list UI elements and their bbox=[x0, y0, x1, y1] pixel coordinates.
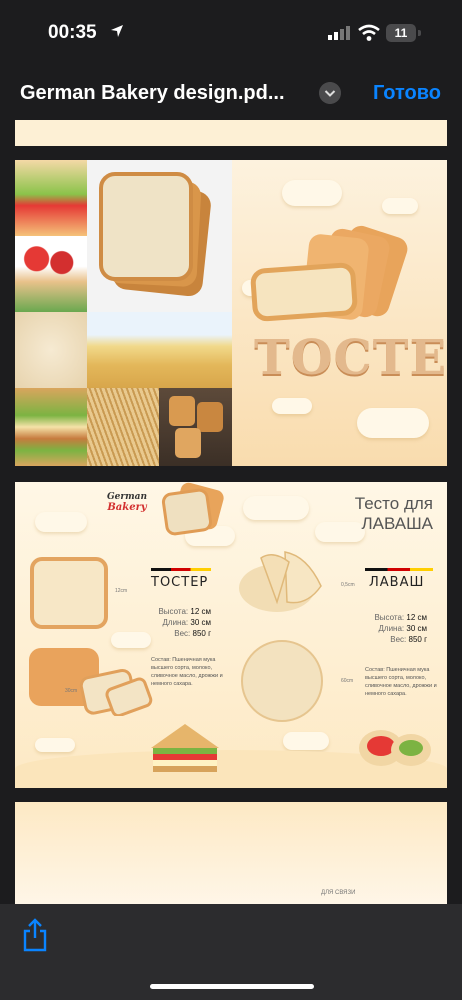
navigation-bar: German Bakery design.pd... Готово bbox=[0, 70, 462, 114]
contact-label: ДЛЯ СВЯЗИ bbox=[321, 890, 356, 896]
lavash-composition: Состав: Пшеничная мука высшего сорта, мо… bbox=[365, 667, 437, 697]
toast-stack-image bbox=[161, 482, 224, 536]
lavash-rolls-image bbox=[239, 551, 322, 612]
battery-tip bbox=[418, 30, 421, 36]
cloud-decoration bbox=[283, 732, 329, 750]
battery-indicator: 11 bbox=[386, 24, 416, 42]
toaster-composition: Состав: Пшеничная мука высшего сорта, мо… bbox=[151, 657, 223, 687]
bread-texture-photo bbox=[15, 312, 87, 388]
chevron-down-icon[interactable] bbox=[319, 82, 341, 104]
wheat-ears-photo bbox=[87, 388, 159, 466]
banner-title: ТОСТЕР bbox=[254, 330, 447, 386]
toasts-tray-photo bbox=[159, 388, 232, 466]
flag-rule-right bbox=[365, 568, 433, 571]
toast-loaf-image bbox=[29, 648, 153, 716]
pdf-page-1 bbox=[15, 120, 447, 146]
sandwich-photo bbox=[15, 160, 87, 236]
done-button[interactable]: Готово bbox=[373, 82, 441, 105]
club-sandwich-photo bbox=[15, 388, 87, 466]
cloud-decoration bbox=[243, 496, 309, 520]
toaster-specs: Высота: 12 см Длина: 30 см Вес: 850 г bbox=[158, 607, 211, 638]
lavash-top-dimension: 0,5cm bbox=[341, 582, 355, 588]
pdf-page-4: ДЛЯ СВЯЗИ bbox=[15, 802, 447, 912]
home-indicator bbox=[150, 984, 314, 989]
tomato-sandwich-photo bbox=[15, 236, 87, 312]
toaster-banner: ТОСТЕР bbox=[232, 160, 447, 466]
toast-bottom-dimension: 30cm bbox=[65, 688, 78, 694]
sliced-bread-photo bbox=[87, 160, 232, 312]
shawarma-image bbox=[359, 730, 431, 766]
product-name-toaster: ТОСТЕР bbox=[151, 575, 209, 590]
toast-slice-front-image bbox=[30, 557, 108, 629]
lavash-specs: Высота: 12 см Длина: 30 см Вес: 850 г bbox=[374, 613, 427, 644]
cloud-decoration bbox=[35, 738, 75, 752]
cloud-decoration bbox=[35, 512, 87, 532]
toast-slices-image bbox=[250, 225, 408, 322]
pdf-page-3: German Bakery Тесто для ЛАВАША 12cm 30cm… bbox=[15, 482, 447, 788]
pdf-page-2: ТОСТЕР bbox=[15, 160, 447, 466]
wheat-field-illustration bbox=[87, 312, 232, 388]
page-heading: Тесто для ЛАВАША bbox=[354, 494, 433, 533]
product-name-lavash: ЛАВАШ bbox=[369, 575, 425, 590]
toast-side-dimension: 12cm bbox=[115, 588, 128, 594]
cellular-signal-icon bbox=[328, 26, 350, 40]
flag-rule-left bbox=[151, 568, 211, 571]
document-title[interactable]: German Bakery design.pd... bbox=[20, 82, 285, 105]
location-arrow-icon bbox=[111, 25, 123, 37]
share-icon[interactable] bbox=[22, 918, 48, 952]
sandwich-image bbox=[151, 724, 219, 772]
status-bar: 00:35 11 bbox=[0, 0, 462, 66]
wifi-icon bbox=[358, 24, 380, 41]
lavash-side-dimension: 60cm bbox=[341, 678, 354, 684]
lavash-flat-image bbox=[241, 640, 323, 722]
bakery-logo: German Bakery bbox=[106, 492, 148, 513]
clock: 00:35 bbox=[48, 22, 97, 43]
